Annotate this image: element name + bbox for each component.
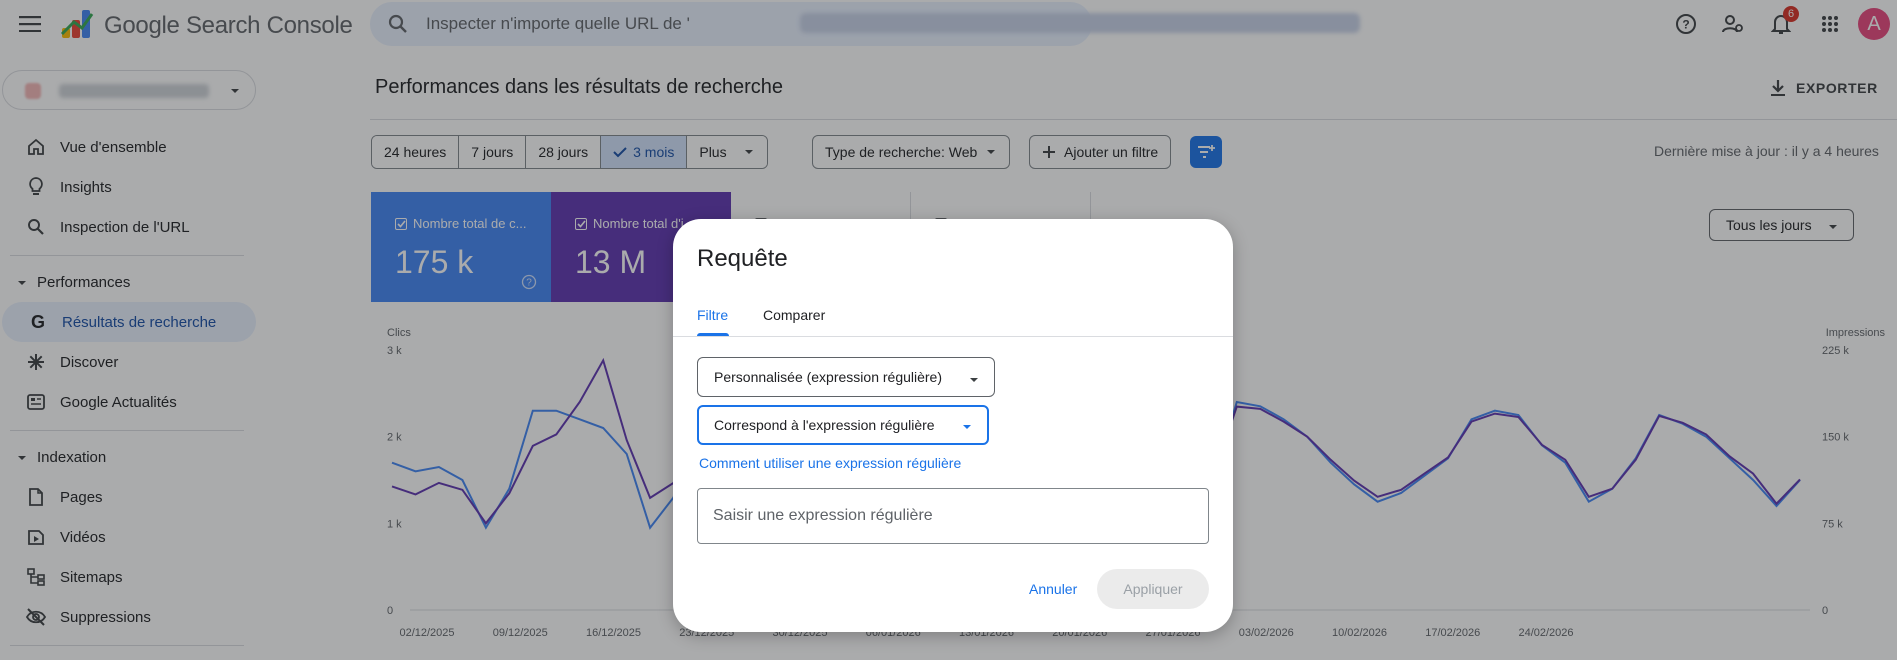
tab-filter[interactable]: Filtre bbox=[697, 307, 728, 323]
dropdown-arrow-icon bbox=[968, 373, 980, 389]
regex-input[interactable] bbox=[697, 488, 1209, 544]
cancel-button[interactable]: Annuler bbox=[1021, 569, 1085, 609]
match-type-select[interactable]: Personnalisée (expression régulière) bbox=[697, 357, 995, 397]
match-type-label: Personnalisée (expression régulière) bbox=[714, 369, 943, 385]
dialog-title: Requête bbox=[697, 245, 788, 272]
apply-button[interactable]: Appliquer bbox=[1097, 569, 1209, 609]
regex-help-link[interactable]: Comment utiliser une expression régulièr… bbox=[699, 455, 961, 471]
match-mode-select[interactable]: Correspond à l'expression régulière bbox=[697, 405, 989, 445]
tab-divider bbox=[673, 336, 1233, 337]
match-mode-label: Correspond à l'expression régulière bbox=[714, 417, 935, 433]
tab-compare[interactable]: Comparer bbox=[763, 307, 825, 323]
query-filter-dialog: Requête Filtre Comparer Personnalisée (e… bbox=[673, 219, 1233, 632]
dropdown-arrow-icon bbox=[961, 420, 973, 436]
